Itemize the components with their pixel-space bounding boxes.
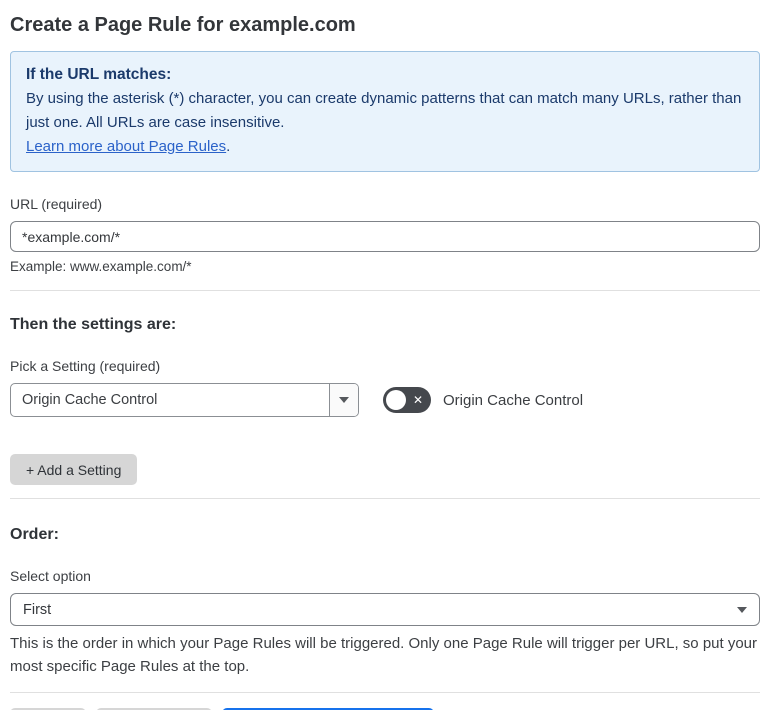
learn-more-link[interactable]: Learn more about Page Rules [26,138,226,155]
setting-dropdown-arrow-button[interactable] [329,384,358,416]
toggle-knob [386,390,406,410]
toggle-off-x-icon: ✕ [412,393,423,407]
link-period: . [226,138,231,155]
url-example-helper: Example: www.example.com/* [10,259,192,274]
page-title: Create a Page Rule for example.com [10,14,356,36]
add-setting-button[interactable]: + Add a Setting [10,454,138,485]
origin-cache-control-toggle[interactable]: ✕ [383,387,431,413]
divider [10,692,760,693]
setting-row: Origin Cache Control ✕ Origin Cache Cont… [10,383,760,417]
info-box-heading: If the URL matches: [26,66,172,83]
chevron-down-icon [339,397,349,403]
toggle-label: Origin Cache Control [443,391,584,409]
chevron-down-icon [737,606,747,613]
order-section-heading: Order: [10,526,59,543]
order-select[interactable]: First [10,593,760,626]
divider [10,498,760,499]
setting-dropdown-value: Origin Cache Control [22,392,158,408]
order-helper-text: This is the order in which your Page Rul… [10,635,758,675]
pick-setting-label: Pick a Setting (required) [10,358,161,374]
order-select-value: First [23,601,52,618]
info-box-body: By using the asterisk (*) character, you… [26,90,742,131]
setting-dropdown[interactable]: Origin Cache Control [10,383,359,417]
info-box-link-line: Learn more about Page Rules. [26,135,744,159]
settings-section-heading: Then the settings are: [10,316,177,333]
order-select-label: Select option [10,568,91,584]
url-match-info-box: If the URL matches: By using the asteris… [10,51,760,172]
url-field-label: URL (required) [10,196,103,212]
divider [10,290,760,291]
url-input[interactable] [10,221,760,252]
page-rule-form: Create a Page Rule for example.com If th… [0,0,770,710]
